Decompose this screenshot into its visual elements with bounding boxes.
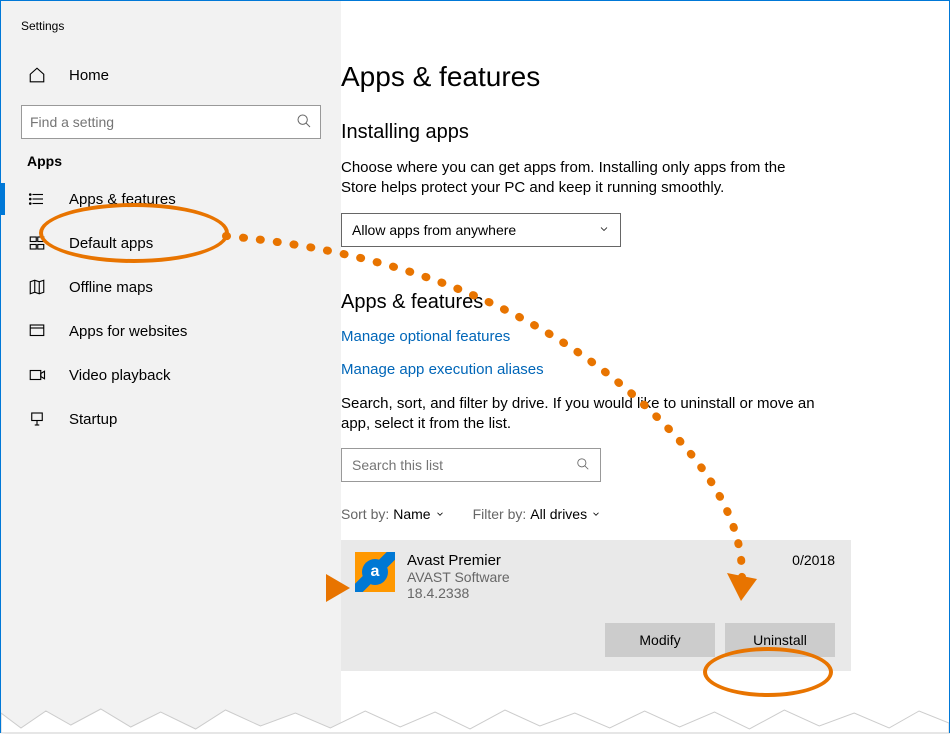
apps-features-heading: Apps & features xyxy=(341,291,949,314)
settings-window: Settings Home Apps Apps & features Defau xyxy=(0,0,950,733)
sidebar-item-label: Default apps xyxy=(69,235,153,252)
app-version: 18.4.2338 xyxy=(407,585,510,601)
video-icon xyxy=(27,365,47,385)
nav-home[interactable]: Home xyxy=(1,53,341,97)
sidebar-item-label: Apps for websites xyxy=(69,323,187,340)
filter-by-value: All drives xyxy=(530,506,587,522)
sidebar-item-label: Offline maps xyxy=(69,279,153,296)
app-publisher: AVAST Software xyxy=(407,569,510,585)
sidebar-item-default-apps[interactable]: Default apps xyxy=(1,221,341,265)
nav-home-label: Home xyxy=(69,67,109,84)
website-icon xyxy=(27,321,47,341)
chevron-down-icon xyxy=(598,222,610,238)
sidebar-search-input[interactable] xyxy=(30,114,296,130)
uninstall-button[interactable]: Uninstall xyxy=(725,623,835,657)
filter-by-control[interactable]: Filter by: All drives xyxy=(473,506,601,522)
app-list-search-input[interactable] xyxy=(352,457,576,473)
installing-apps-heading: Installing apps xyxy=(341,121,949,144)
map-icon xyxy=(27,277,47,297)
search-icon xyxy=(576,457,590,474)
window-title: Settings xyxy=(1,11,341,53)
sidebar-item-offline-maps[interactable]: Offline maps xyxy=(1,265,341,309)
startup-icon xyxy=(27,409,47,429)
dropdown-value: Allow apps from anywhere xyxy=(352,222,516,238)
sidebar-item-apps-for-websites[interactable]: Apps for websites xyxy=(1,309,341,353)
sidebar-section-label: Apps xyxy=(1,153,341,177)
sidebar: Settings Home Apps Apps & features Defau xyxy=(1,1,341,732)
sidebar-item-startup[interactable]: Startup xyxy=(1,397,341,441)
list-icon xyxy=(27,189,47,209)
sidebar-item-video-playback[interactable]: Video playback xyxy=(1,353,341,397)
app-list-item[interactable]: a Avast Premier AVAST Software 18.4.2338… xyxy=(341,540,851,671)
sort-by-label: Sort by: xyxy=(341,506,389,522)
chevron-down-icon xyxy=(435,506,445,522)
search-icon xyxy=(296,113,312,132)
sidebar-item-label: Video playback xyxy=(69,367,170,384)
app-list-search[interactable] xyxy=(341,448,601,482)
sort-filter-row: Sort by: Name Filter by: All drives xyxy=(341,506,949,522)
app-name: Avast Premier xyxy=(407,552,510,569)
sidebar-item-apps-features[interactable]: Apps & features xyxy=(1,177,341,221)
link-optional-features[interactable]: Manage optional features xyxy=(341,328,949,345)
install-source-dropdown[interactable]: Allow apps from anywhere xyxy=(341,213,621,247)
default-apps-icon xyxy=(27,233,47,253)
page-title: Apps & features xyxy=(341,61,949,93)
chevron-down-icon xyxy=(591,506,601,522)
filter-description: Search, sort, and filter by drive. If yo… xyxy=(341,394,821,435)
app-item-header: a Avast Premier AVAST Software 18.4.2338… xyxy=(355,552,835,601)
sidebar-item-label: Apps & features xyxy=(69,191,176,208)
sort-by-value: Name xyxy=(393,506,430,522)
sidebar-search[interactable] xyxy=(21,105,321,139)
app-install-date: 0/2018 xyxy=(792,552,835,601)
sidebar-item-label: Startup xyxy=(69,411,117,428)
filter-by-label: Filter by: xyxy=(473,506,527,522)
link-execution-aliases[interactable]: Manage app execution aliases xyxy=(341,361,949,378)
main-content: Apps & features Installing apps Choose w… xyxy=(341,1,949,732)
installing-apps-description: Choose where you can get apps from. Inst… xyxy=(341,158,821,199)
sort-by-control[interactable]: Sort by: Name xyxy=(341,506,445,522)
modify-button[interactable]: Modify xyxy=(605,623,715,657)
home-icon xyxy=(27,65,47,85)
app-icon-avast: a xyxy=(355,552,395,592)
